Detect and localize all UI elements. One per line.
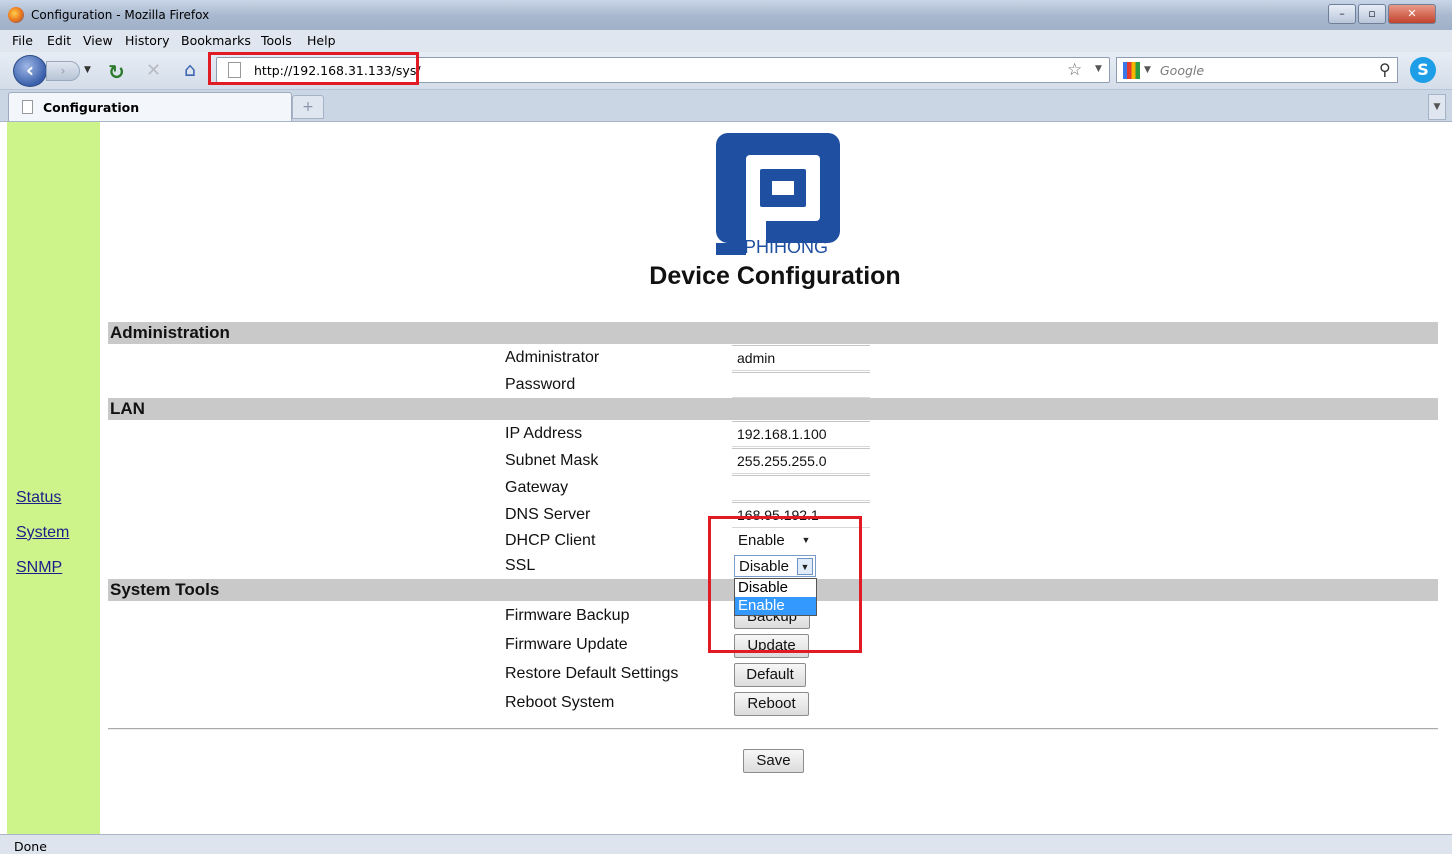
status-text: Done xyxy=(14,839,47,854)
window-title: Configuration - Mozilla Firefox xyxy=(31,8,210,22)
home-icon[interactable]: ⌂ xyxy=(184,59,196,81)
menu-bar: File Edit View History Bookmarks Tools H… xyxy=(0,30,1452,52)
menu-edit[interactable]: Edit xyxy=(47,33,71,48)
section-administration: Administration xyxy=(108,322,1438,344)
restore-default-label: Restore Default Settings xyxy=(505,665,679,682)
menu-file[interactable]: File xyxy=(12,33,33,48)
back-button[interactable]: ‹ xyxy=(13,55,47,87)
page-title: Device Configuration xyxy=(649,262,901,290)
menu-history[interactable]: History xyxy=(125,33,169,48)
tab-label: Configuration xyxy=(43,100,140,115)
search-placeholder[interactable]: Google xyxy=(1160,63,1204,78)
gateway-input[interactable] xyxy=(732,475,870,501)
dns-server-label: DNS Server xyxy=(505,506,591,523)
forward-button[interactable]: › xyxy=(46,61,80,81)
menu-bookmarks[interactable]: Bookmarks xyxy=(181,33,251,48)
section-title: Administration xyxy=(110,323,230,342)
administrator-label: Administrator xyxy=(505,349,600,366)
reload-icon[interactable]: ↻ xyxy=(108,60,125,84)
ip-address-label: IP Address xyxy=(505,425,583,442)
gateway-label: Gateway xyxy=(505,479,569,496)
ssl-label: SSL xyxy=(505,557,536,574)
sidebar-link-system[interactable]: System xyxy=(16,524,69,542)
firmware-update-label: Firmware Update xyxy=(505,636,628,653)
url-dropdown-icon[interactable]: ▼ xyxy=(1095,64,1102,74)
minimize-button[interactable]: – xyxy=(1328,4,1356,24)
tab-list-dropdown-icon[interactable]: ▼ xyxy=(1428,94,1446,120)
window-titlebar: Configuration - Mozilla Firefox – ▫ ✕ xyxy=(0,0,1452,30)
close-button[interactable]: ✕ xyxy=(1388,4,1436,24)
url-highlight-annotation xyxy=(208,52,419,85)
maximize-button[interactable]: ▫ xyxy=(1358,4,1386,24)
reboot-button[interactable]: Reboot xyxy=(734,692,809,716)
skype-icon[interactable]: S xyxy=(1410,57,1436,83)
search-engine-dropdown-icon[interactable]: ▼ xyxy=(1144,65,1151,75)
bookmark-star-icon[interactable]: ☆ xyxy=(1067,60,1082,80)
sidebar-link-status[interactable]: Status xyxy=(16,489,61,507)
google-icon[interactable] xyxy=(1123,62,1140,79)
page-icon xyxy=(22,100,33,114)
tab-bar: Configuration + ▼ xyxy=(0,90,1452,122)
tab-configuration[interactable]: Configuration xyxy=(8,92,292,121)
firefox-icon xyxy=(8,7,24,23)
new-tab-button[interactable]: + xyxy=(292,95,324,119)
menu-tools[interactable]: Tools xyxy=(261,33,292,48)
firmware-backup-label: Firmware Backup xyxy=(505,607,630,624)
password-label: Password xyxy=(505,376,576,393)
reboot-system-label: Reboot System xyxy=(505,694,615,711)
save-button[interactable]: Save xyxy=(743,749,804,773)
ip-address-input[interactable] xyxy=(732,421,870,447)
history-dropdown-icon[interactable]: ▼ xyxy=(84,65,91,75)
menu-help[interactable]: Help xyxy=(307,33,336,48)
divider xyxy=(108,728,1438,730)
phihong-logo: PHIHONG xyxy=(716,133,840,255)
ssl-highlight-annotation xyxy=(708,516,862,653)
password-input[interactable] xyxy=(732,372,870,398)
sidebar-link-snmp[interactable]: SNMP xyxy=(16,559,62,577)
subnet-mask-input[interactable] xyxy=(732,448,870,474)
search-bar[interactable]: ▼ Google ⚲ xyxy=(1116,57,1398,83)
administrator-input[interactable] xyxy=(732,345,870,371)
subnet-mask-label: Subnet Mask xyxy=(505,452,599,469)
logo-brand-text: PHIHONG xyxy=(744,237,828,255)
dhcp-client-label: DHCP Client xyxy=(505,532,596,549)
search-icon[interactable]: ⚲ xyxy=(1379,60,1391,79)
menu-view[interactable]: View xyxy=(83,33,113,48)
sidebar: Status System SNMP xyxy=(7,122,100,834)
section-title: System Tools xyxy=(110,580,220,599)
status-bar: Done xyxy=(0,834,1452,854)
stop-icon[interactable]: ✕ xyxy=(146,60,161,81)
section-lan: LAN xyxy=(108,398,1438,420)
default-button[interactable]: Default xyxy=(734,663,806,687)
section-title: LAN xyxy=(110,399,145,418)
